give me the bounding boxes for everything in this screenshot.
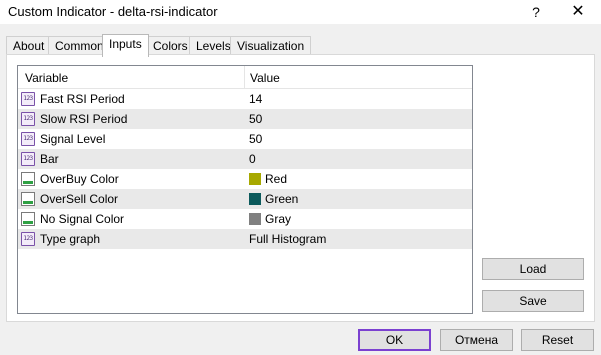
cancel-button[interactable]: Отмена [440, 329, 513, 351]
table-row[interactable]: 123 Bar 0 [18, 149, 472, 169]
close-icon[interactable]: ✕ [566, 0, 590, 24]
color-input-icon [21, 212, 35, 226]
save-button[interactable]: Save [482, 290, 584, 312]
load-button[interactable]: Load [482, 258, 584, 280]
numeric-input-icon: 123 [21, 232, 35, 246]
column-divider[interactable] [244, 66, 245, 88]
table-row[interactable]: OverBuy Color Red [18, 169, 472, 189]
window-title: Custom Indicator - delta-rsi-indicator [8, 4, 218, 19]
variable-name: OverSell Color [40, 192, 119, 206]
column-header-variable[interactable]: Variable [25, 71, 68, 85]
tab-about[interactable]: About [6, 36, 52, 55]
variable-name: Signal Level [40, 132, 106, 146]
variable-value[interactable]: 14 [249, 92, 262, 106]
variable-value[interactable]: Green [265, 192, 298, 206]
column-header-value[interactable]: Value [250, 71, 280, 85]
color-swatch[interactable] [249, 193, 261, 205]
table-row[interactable]: 123 Fast RSI Period 14 [18, 89, 472, 109]
variable-name: Bar [40, 152, 59, 166]
variable-value[interactable]: Full Histogram [249, 232, 326, 246]
variable-name: No Signal Color [40, 212, 125, 226]
table-row[interactable]: OverSell Color Green [18, 189, 472, 209]
variable-name: Slow RSI Period [40, 112, 128, 126]
variable-value[interactable]: 0 [249, 152, 256, 166]
table-row[interactable]: 123 Type graph Full Histogram [18, 229, 472, 249]
table-row[interactable]: 123 Slow RSI Period 50 [18, 109, 472, 129]
reset-button[interactable]: Reset [521, 329, 594, 351]
tab-inputs[interactable]: Inputs [102, 34, 149, 57]
numeric-input-icon: 123 [21, 152, 35, 166]
tab-colors[interactable]: Colors [146, 36, 195, 55]
variable-value[interactable]: Gray [265, 212, 291, 226]
variable-value[interactable]: 50 [249, 132, 262, 146]
color-input-icon [21, 172, 35, 186]
variable-name: Type graph [40, 232, 101, 246]
tab-visualization[interactable]: Visualization [230, 36, 312, 55]
variable-name: Fast RSI Period [40, 92, 125, 106]
numeric-input-icon: 123 [21, 92, 35, 106]
color-swatch[interactable] [249, 213, 261, 225]
title-bar: Custom Indicator - delta-rsi-indicator ?… [0, 0, 601, 24]
color-swatch[interactable] [249, 173, 261, 185]
table-row[interactable]: No Signal Color Gray [18, 209, 472, 229]
inputs-grid: Variable Value 123 Fast RSI Period 14 12… [17, 65, 473, 314]
table-row[interactable]: 123 Signal Level 50 [18, 129, 472, 149]
variable-value[interactable]: 50 [249, 112, 262, 126]
numeric-input-icon: 123 [21, 132, 35, 146]
ok-button[interactable]: OK [358, 329, 431, 351]
variable-name: OverBuy Color [40, 172, 119, 186]
help-icon[interactable]: ? [524, 0, 548, 24]
color-input-icon [21, 192, 35, 206]
variable-value[interactable]: Red [265, 172, 287, 186]
grid-header: Variable Value [18, 66, 472, 89]
numeric-input-icon: 123 [21, 112, 35, 126]
